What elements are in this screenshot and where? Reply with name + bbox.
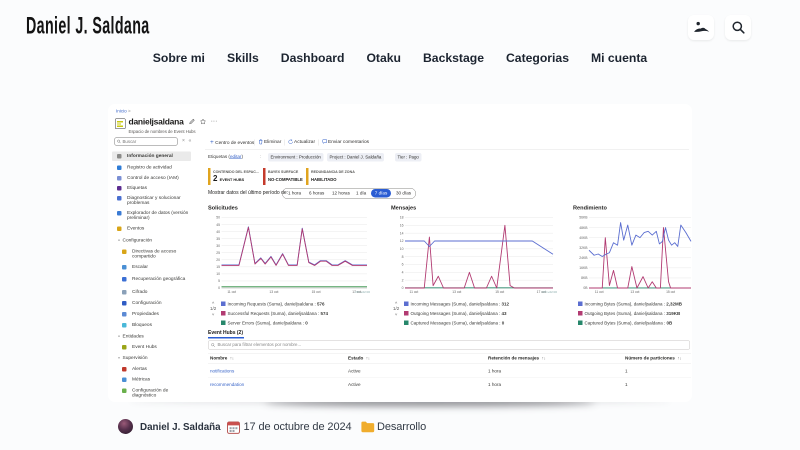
svg-text:8KB: 8KB [581, 276, 588, 280]
svg-text:UTC+02:00: UTC+02:00 [542, 290, 557, 294]
svg-text:10: 10 [400, 247, 404, 251]
svg-text:0: 0 [218, 286, 220, 290]
svg-text:11 oct: 11 oct [410, 290, 419, 294]
svg-text:35: 35 [216, 236, 220, 240]
svg-text:25: 25 [216, 250, 220, 254]
svg-text:18: 18 [400, 215, 404, 219]
svg-text:0B: 0B [583, 286, 588, 290]
svg-text:5: 5 [218, 279, 220, 283]
svg-text:15: 15 [216, 265, 220, 269]
svg-text:56KB: 56KB [579, 215, 588, 219]
svg-text:0: 0 [402, 286, 404, 290]
svg-text:48KB: 48KB [579, 225, 588, 229]
svg-text:20: 20 [216, 258, 220, 262]
svg-text:11 oct: 11 oct [595, 290, 604, 294]
svg-text:40: 40 [216, 229, 220, 233]
svg-text:32KB: 32KB [579, 245, 588, 249]
svg-text:50: 50 [216, 215, 220, 219]
svg-text:14: 14 [400, 231, 404, 235]
svg-text:13 oct: 13 oct [269, 290, 278, 294]
svg-text:45: 45 [216, 222, 220, 226]
svg-text:6: 6 [402, 262, 404, 266]
svg-text:30: 30 [216, 243, 220, 247]
svg-text:13 oct: 13 oct [630, 290, 639, 294]
svg-text:12: 12 [400, 239, 404, 243]
svg-text:16KB: 16KB [579, 266, 588, 270]
svg-text:8: 8 [402, 254, 404, 258]
svg-text:UTC+02:00: UTC+02:00 [355, 290, 370, 294]
svg-text:2: 2 [402, 278, 404, 282]
svg-text:4: 4 [402, 270, 404, 274]
svg-text:15 oct: 15 oct [312, 290, 321, 294]
svg-text:15 oct: 15 oct [495, 290, 504, 294]
svg-text:11 oct: 11 oct [227, 290, 236, 294]
svg-text:15 oct: 15 oct [666, 290, 675, 294]
svg-text:40KB: 40KB [579, 235, 588, 239]
svg-text:16: 16 [400, 223, 404, 227]
svg-text:13 oct: 13 oct [452, 290, 461, 294]
svg-text:24KB: 24KB [579, 256, 588, 260]
svg-text:10: 10 [216, 272, 220, 276]
